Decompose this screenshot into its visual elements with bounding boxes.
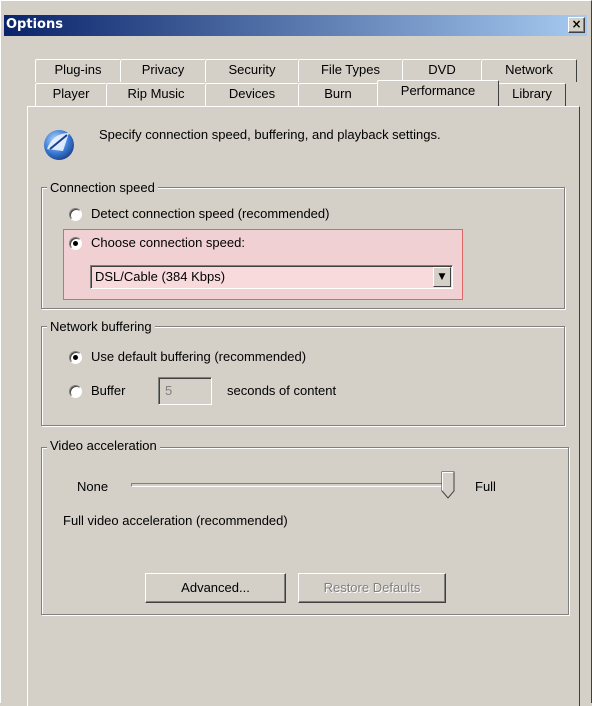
slider-max-label: Full — [475, 479, 496, 494]
video-acceleration-slider-track[interactable] — [131, 483, 453, 487]
detect-speed-label: Detect connection speed (recommended) — [91, 206, 330, 221]
network-buffering-group — [41, 326, 565, 426]
custom-buffer-radio[interactable] — [69, 385, 82, 398]
choose-speed-label: Choose connection speed: — [91, 235, 245, 250]
tab-security[interactable]: Security — [205, 59, 299, 82]
close-icon: × — [571, 17, 582, 31]
dropdown-button[interactable]: ▼ — [433, 267, 451, 287]
tab-devices[interactable]: Devices — [205, 83, 299, 106]
close-button[interactable]: × — [568, 17, 585, 33]
video-acceleration-status: Full video acceleration (recommended) — [63, 513, 288, 528]
connection-speed-value: DSL/Cable (384 Kbps) — [95, 269, 226, 284]
tab-library[interactable]: Library — [498, 83, 566, 106]
default-buffering-radio[interactable] — [69, 351, 82, 364]
performance-gauge-icon — [44, 130, 74, 160]
video-acceleration-slider-thumb[interactable] — [441, 471, 455, 499]
tab-rip-music[interactable]: Rip Music — [106, 83, 206, 106]
detect-speed-radio[interactable] — [69, 208, 82, 221]
video-acceleration-label: Video acceleration — [47, 438, 160, 453]
buffer-label: Buffer — [91, 383, 126, 398]
tab-performance[interactable]: Performance — [377, 80, 499, 106]
network-buffering-label: Network buffering — [47, 319, 155, 334]
tab-burn[interactable]: Burn — [298, 83, 378, 106]
connection-speed-select[interactable]: DSL/Cable (384 Kbps) ▼ — [90, 265, 453, 289]
seconds-of-content-label: seconds of content — [227, 383, 337, 398]
options-window: Options × Plug-ins Privacy Security File… — [0, 0, 592, 706]
restore-defaults-button[interactable]: Restore Defaults — [298, 573, 446, 603]
tab-dvd[interactable]: DVD — [402, 59, 482, 82]
tab-player[interactable]: Player — [35, 83, 107, 106]
chevron-down-icon: ▼ — [438, 272, 446, 282]
tab-plug-ins[interactable]: Plug-ins — [35, 59, 121, 82]
tab-privacy[interactable]: Privacy — [120, 59, 206, 82]
connection-speed-label: Connection speed — [47, 180, 158, 195]
default-buffering-label: Use default buffering (recommended) — [91, 349, 307, 364]
title-bar[interactable]: Options × — [4, 15, 587, 36]
slider-min-label: None — [77, 479, 109, 494]
buffer-seconds-input[interactable]: 5 — [158, 377, 212, 405]
tab-network[interactable]: Network — [481, 59, 577, 82]
tab-file-types[interactable]: File Types — [298, 59, 403, 82]
advanced-button[interactable]: Advanced... — [145, 573, 286, 603]
window-title: Options — [6, 17, 63, 32]
header-description: Specify connection speed, buffering, and… — [99, 127, 441, 142]
choose-speed-radio[interactable] — [69, 237, 82, 250]
